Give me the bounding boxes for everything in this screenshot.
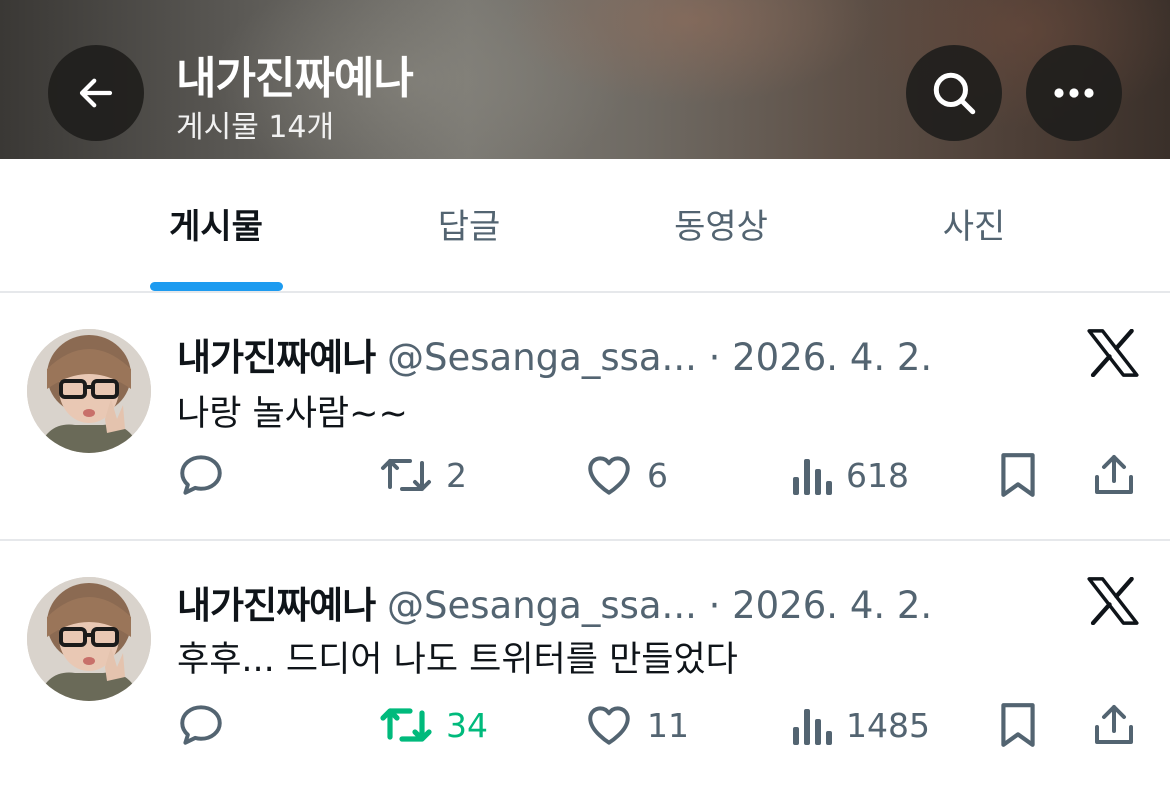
post-date[interactable]: 2026. 4. 2. (732, 336, 932, 379)
post-text: 후후... 드디어 나도 트위터를 만들었다 (177, 640, 738, 680)
avatar-photo (27, 577, 151, 701)
post-meta: 내가진짜예나 @Sesanga_ssa... · 2026. 4. 2. (177, 575, 932, 629)
avatar-photo (27, 329, 151, 453)
profile-tabs: 게시물 답글 동영상 사진 (0, 159, 1170, 293)
tab-posts[interactable]: 게시물 (169, 199, 263, 248)
meta-separator: · (708, 584, 721, 627)
x-logo-icon (1087, 329, 1139, 377)
author-name[interactable]: 내가진짜예나 (177, 336, 376, 379)
tab-videos[interactable]: 동영상 (674, 199, 768, 248)
avatar[interactable] (27, 577, 151, 701)
arrow-left-icon (79, 78, 113, 108)
heart-icon (588, 456, 630, 495)
search-button[interactable] (906, 45, 1002, 141)
author-handle[interactable]: @Sesanga_ssa... (387, 584, 697, 627)
share-icon (1095, 705, 1133, 744)
x-logo-icon (1087, 577, 1139, 625)
active-tab-indicator (150, 282, 283, 291)
repost-count: 34 (446, 705, 488, 745)
author-name[interactable]: 내가진짜예나 (177, 584, 376, 627)
analytics-icon (793, 459, 832, 495)
bookmark-button[interactable] (996, 695, 1040, 755)
author-handle[interactable]: @Sesanga_ssa... (387, 336, 697, 379)
share-button[interactable] (1090, 695, 1138, 755)
analytics-icon (793, 709, 832, 745)
post-count: 게시물 14개 (176, 110, 335, 145)
share-icon (1095, 455, 1133, 494)
views-button[interactable]: 1485 (790, 695, 930, 755)
profile-header-banner: 내가진짜예나 게시물 14개 (0, 0, 1170, 159)
like-count: 11 (647, 705, 689, 745)
avatar[interactable] (27, 329, 151, 453)
like-button[interactable]: 11 (583, 695, 689, 755)
profile-name-title: 내가진짜예나 (176, 53, 414, 104)
post-item[interactable]: 내가진짜예나 @Sesanga_ssa... · 2026. 4. 2. 나랑 … (0, 293, 1170, 541)
meta-separator: · (708, 336, 721, 379)
tab-photos[interactable]: 사진 (943, 199, 1006, 248)
search-icon (933, 72, 976, 115)
repost-button[interactable]: 2 (378, 445, 467, 505)
repost-button[interactable]: 34 (378, 695, 488, 755)
reply-icon (180, 455, 222, 495)
post-date[interactable]: 2026. 4. 2. (732, 584, 932, 627)
bookmark-button[interactable] (996, 445, 1040, 505)
repost-icon (380, 708, 432, 742)
post-actions: 34 11 1485 (0, 695, 1170, 755)
tab-replies[interactable]: 답글 (438, 199, 501, 248)
bookmark-icon (1001, 453, 1035, 497)
views-count: 1485 (846, 705, 930, 745)
repost-count: 2 (446, 455, 467, 495)
post-text: 나랑 놀사람~~ (177, 394, 408, 434)
views-button[interactable]: 618 (790, 445, 909, 505)
post-actions: 2 6 618 (0, 445, 1170, 505)
post-item[interactable]: 내가진짜예나 @Sesanga_ssa... · 2026. 4. 2. 후후.… (0, 543, 1170, 797)
more-horizontal-icon (1054, 88, 1094, 98)
bookmark-icon (1001, 703, 1035, 747)
reply-button[interactable] (176, 445, 226, 505)
reply-button[interactable] (176, 695, 226, 755)
post-meta: 내가진짜예나 @Sesanga_ssa... · 2026. 4. 2. (177, 327, 932, 381)
heart-icon (588, 706, 630, 745)
back-button[interactable] (48, 45, 144, 141)
reply-icon (180, 705, 222, 745)
repost-icon (381, 459, 431, 491)
more-options-button[interactable] (1026, 45, 1122, 141)
like-button[interactable]: 6 (583, 445, 668, 505)
like-count: 6 (647, 455, 668, 495)
share-button[interactable] (1090, 445, 1138, 505)
views-count: 618 (846, 455, 909, 495)
